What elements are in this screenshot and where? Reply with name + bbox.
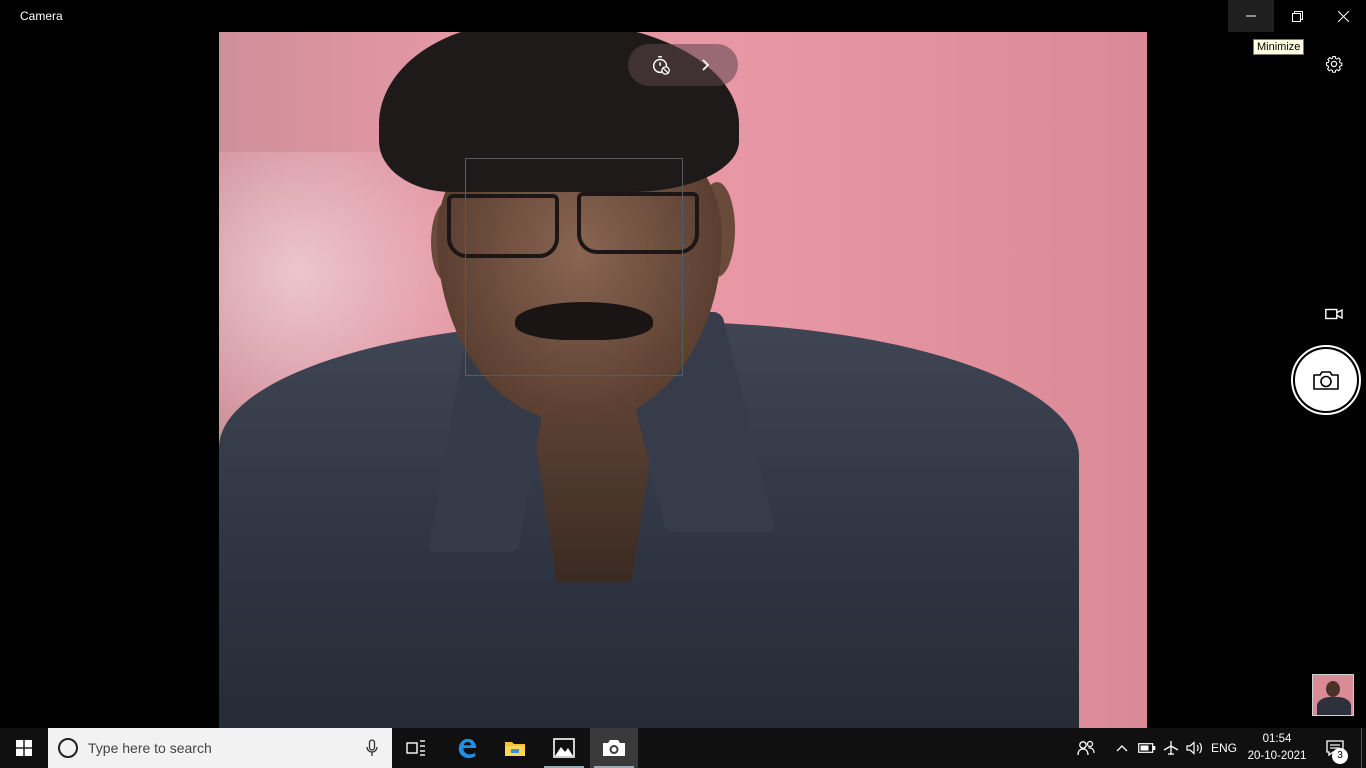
gear-icon: [1325, 55, 1343, 73]
taskbar-photos[interactable]: [540, 728, 588, 768]
taskbar-clock[interactable]: 01:54 20-10-2021: [1240, 731, 1314, 765]
edge-icon: [458, 738, 477, 759]
windows-logo-icon: [16, 740, 32, 756]
speaker-icon: [1186, 741, 1202, 755]
microphone-icon: [366, 739, 378, 756]
close-button[interactable]: [1320, 0, 1366, 32]
cortana-icon: [58, 738, 78, 758]
settings-button[interactable]: [1322, 52, 1346, 76]
taskbar-edge[interactable]: [443, 728, 491, 768]
taskbar-camera[interactable]: [590, 728, 638, 768]
face-detection-box: [465, 158, 683, 376]
clock-time: 01:54: [1262, 733, 1292, 745]
self-timer-off-icon: [652, 56, 670, 75]
chevron-right-icon: [702, 59, 710, 71]
app-title: Camera: [20, 9, 63, 23]
people-button[interactable]: [1074, 728, 1098, 768]
close-icon: [1337, 10, 1349, 22]
camera-icon: [603, 740, 625, 756]
restore-button[interactable]: [1274, 0, 1320, 32]
battery-indicator[interactable]: [1136, 728, 1158, 768]
show-hidden-icons-button[interactable]: [1112, 728, 1132, 768]
taskbar-file-explorer[interactable]: [491, 728, 539, 768]
timer-toolbar: [628, 44, 738, 86]
task-view-icon: [406, 740, 425, 756]
video-camera-icon: [1325, 308, 1343, 320]
shutter-inner: [1295, 349, 1357, 411]
show-desktop-button[interactable]: [1361, 728, 1366, 768]
search-placeholder: Type here to search: [88, 740, 212, 756]
restore-icon: [1291, 10, 1303, 22]
people-icon: [1077, 740, 1095, 756]
taskbar-search-box[interactable]: Type here to search: [48, 728, 392, 768]
chevron-up-icon: [1116, 745, 1128, 752]
start-button[interactable]: [0, 728, 48, 768]
airplane-mode-indicator[interactable]: [1160, 728, 1182, 768]
minimize-icon: [1246, 15, 1256, 17]
camera-app-window: Camera Minimize: [0, 0, 1366, 728]
photos-icon: [553, 738, 575, 758]
microphone-button[interactable]: [364, 738, 380, 758]
self-timer-button[interactable]: [646, 50, 676, 80]
input-language-indicator[interactable]: ENG: [1208, 728, 1240, 768]
minimize-button[interactable]: [1228, 0, 1274, 32]
volume-control[interactable]: [1184, 728, 1206, 768]
battery-icon: [1138, 743, 1156, 753]
video-mode-button[interactable]: [1321, 303, 1347, 325]
thumbnail-subject-body: [1317, 697, 1351, 715]
minimize-tooltip: Minimize: [1253, 39, 1305, 55]
language-label: ENG: [1210, 741, 1237, 755]
taskbar: Type here to search ENG 01:54 20-10-2021…: [0, 728, 1366, 768]
title-bar: Camera: [0, 0, 1366, 32]
notification-count-badge: 3: [1332, 748, 1348, 764]
airplane-icon: [1163, 741, 1179, 755]
camera-viewfinder[interactable]: [219, 32, 1147, 728]
take-photo-button[interactable]: [1291, 345, 1361, 415]
task-view-button[interactable]: [392, 728, 440, 768]
thumbnail-subject-head: [1326, 681, 1340, 697]
photo-camera-icon: [1313, 371, 1339, 390]
file-explorer-icon: [505, 742, 525, 756]
more-controls-button[interactable]: [692, 50, 718, 80]
last-photo-thumbnail[interactable]: [1312, 674, 1354, 716]
clock-date: 20-10-2021: [1247, 750, 1307, 762]
